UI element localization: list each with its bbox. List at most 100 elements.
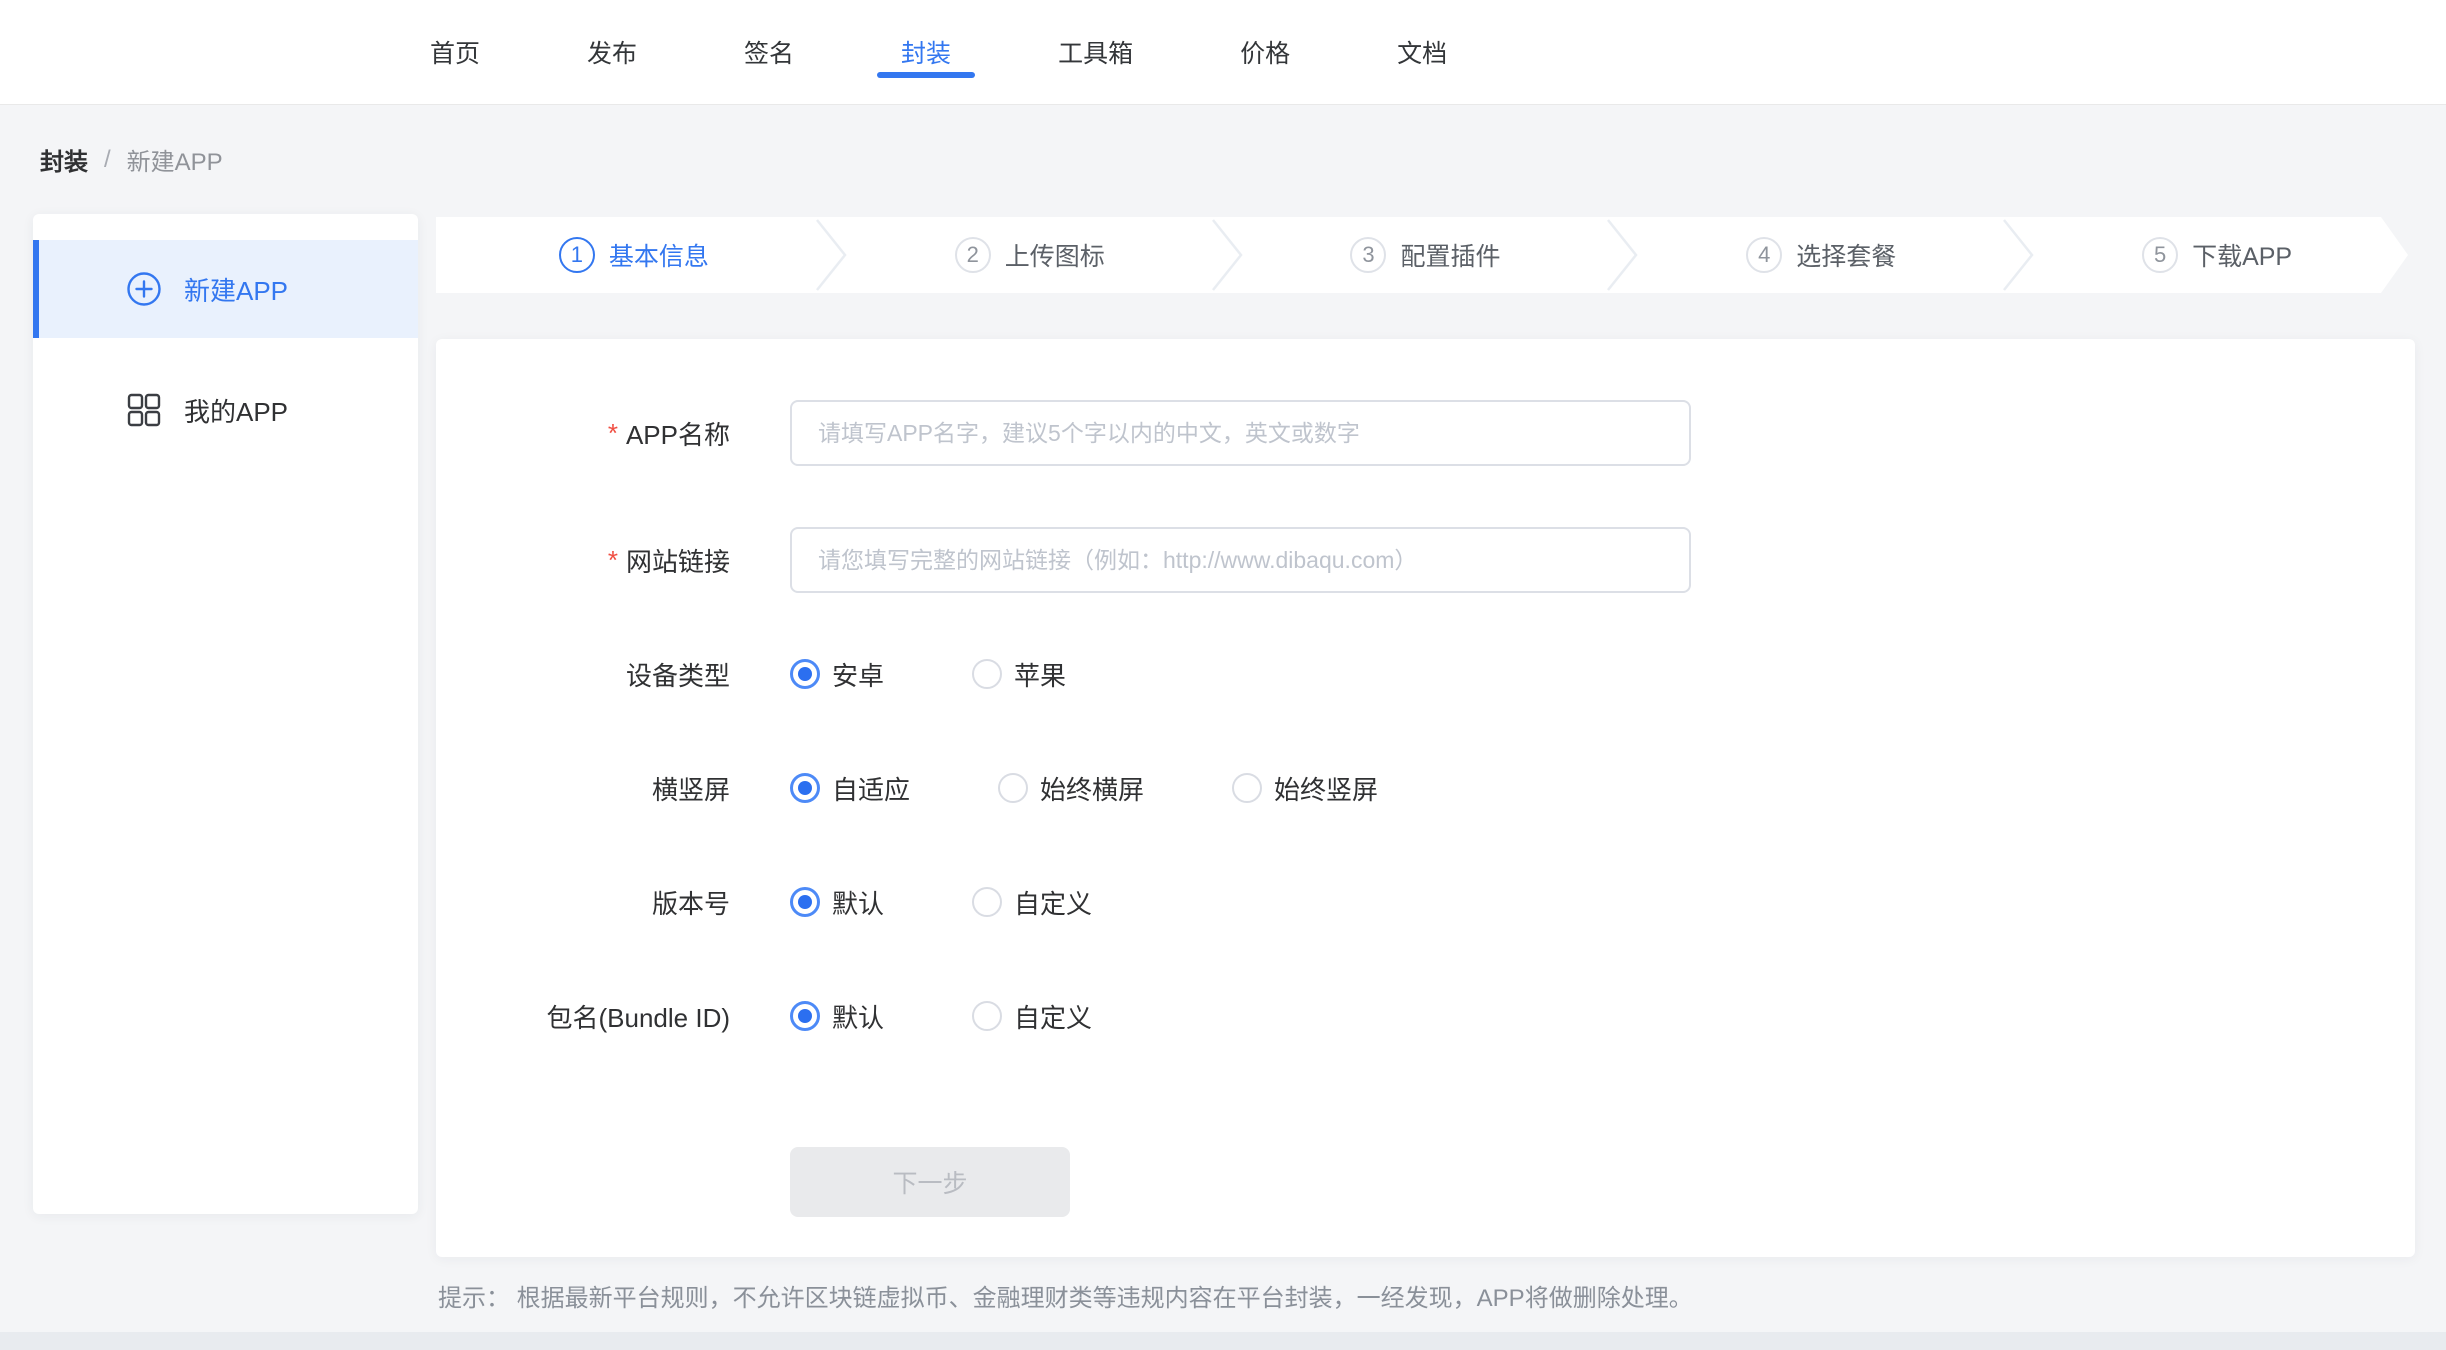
field-label-text: APP名称 bbox=[626, 415, 730, 452]
radio-unselected-icon bbox=[972, 659, 1002, 689]
step-configure-plugins: 3 配置插件 bbox=[1228, 217, 1624, 293]
step-chevron-icon bbox=[814, 217, 850, 293]
radio-label: 安卓 bbox=[832, 656, 884, 693]
sidebar: 新建APP 我的APP bbox=[33, 214, 418, 1214]
radio-label: 自适应 bbox=[832, 770, 910, 807]
nav-item-label: 首页 bbox=[430, 34, 480, 70]
step-chevron-icon bbox=[1605, 217, 1641, 293]
field-label: 设备类型 bbox=[436, 656, 730, 693]
radio-label: 始终横屏 bbox=[1040, 770, 1144, 807]
nav-item-home[interactable]: 首页 bbox=[430, 0, 480, 104]
step-number-badge: 5 bbox=[2142, 237, 2178, 273]
step-number-badge: 2 bbox=[955, 237, 991, 273]
step-label: 上传图标 bbox=[1005, 237, 1105, 273]
basic-info-form-card: * APP名称 * 网站链接 设备类型 安卓 苹果 bbox=[436, 339, 2415, 1257]
nav-item-label: 发布 bbox=[587, 34, 637, 70]
radio-auto-adapt[interactable]: 自适应 bbox=[790, 770, 910, 807]
radio-unselected-icon bbox=[1232, 773, 1262, 803]
step-label: 选择套餐 bbox=[1796, 237, 1896, 273]
field-control: 默认 自定义 bbox=[790, 884, 1180, 921]
radio-version-custom[interactable]: 自定义 bbox=[972, 884, 1092, 921]
field-label-text: 横竖屏 bbox=[652, 770, 730, 807]
active-tab-underline bbox=[877, 72, 975, 78]
field-control bbox=[790, 400, 1691, 466]
next-step-button[interactable]: 下一步 bbox=[790, 1147, 1070, 1217]
footer-top-edge bbox=[0, 1332, 2446, 1350]
plus-circle-icon bbox=[126, 271, 162, 307]
radio-label: 默认 bbox=[832, 998, 884, 1035]
step-label: 配置插件 bbox=[1400, 237, 1500, 273]
field-label: * 网站链接 bbox=[436, 542, 730, 579]
field-label: 版本号 bbox=[436, 884, 730, 921]
platform-rules-note: 提示： 根据最新平台规则，不允许区块链虚拟币、金融理财类等违规内容在平台封装，一… bbox=[438, 1278, 1693, 1313]
radio-label: 自定义 bbox=[1014, 884, 1092, 921]
field-label: 横竖屏 bbox=[436, 770, 730, 807]
radio-label: 默认 bbox=[832, 884, 884, 921]
radio-bundle-default[interactable]: 默认 bbox=[790, 998, 884, 1035]
radio-ios[interactable]: 苹果 bbox=[972, 656, 1066, 693]
form-row-website-url: * 网站链接 bbox=[436, 527, 2415, 593]
form-row-orientation: 横竖屏 自适应 始终横屏 始终竖屏 bbox=[436, 768, 2415, 808]
form-row-version: 版本号 默认 自定义 bbox=[436, 882, 2415, 922]
step-number-badge: 1 bbox=[559, 237, 595, 273]
sidebar-item-label: 新建APP bbox=[184, 271, 288, 308]
website-url-input[interactable] bbox=[790, 527, 1691, 593]
sidebar-item-new-app[interactable]: 新建APP bbox=[33, 240, 418, 338]
field-label: 包名(Bundle ID) bbox=[436, 998, 730, 1035]
radio-label: 始终竖屏 bbox=[1274, 770, 1378, 807]
nav-item-pricing[interactable]: 价格 bbox=[1240, 0, 1290, 104]
nav-item-label: 工具箱 bbox=[1058, 34, 1133, 70]
step-number-badge: 4 bbox=[1746, 237, 1782, 273]
sidebar-item-label: 我的APP bbox=[184, 392, 288, 429]
field-label-text: 包名(Bundle ID) bbox=[547, 998, 731, 1035]
breadcrumb-item-new-app: 新建APP bbox=[127, 142, 223, 177]
radio-selected-icon bbox=[790, 1001, 820, 1031]
app-name-input[interactable] bbox=[790, 400, 1691, 466]
radio-always-portrait[interactable]: 始终竖屏 bbox=[1232, 770, 1378, 807]
step-label: 下载APP bbox=[2192, 237, 2292, 273]
nav-item-label: 文档 bbox=[1397, 34, 1447, 70]
field-control: 默认 自定义 bbox=[790, 998, 1180, 1035]
radio-label: 苹果 bbox=[1014, 656, 1066, 693]
sidebar-item-my-apps[interactable]: 我的APP bbox=[33, 361, 418, 459]
nav-item-label: 签名 bbox=[744, 34, 794, 70]
breadcrumb-item-package[interactable]: 封装 bbox=[40, 142, 88, 177]
field-control: 安卓 苹果 bbox=[790, 656, 1154, 693]
step-chevron-icon bbox=[2001, 217, 2037, 293]
nav-item-docs[interactable]: 文档 bbox=[1397, 0, 1447, 104]
breadcrumb: 封装 / 新建APP bbox=[40, 105, 223, 214]
top-nav-bar: 首页 发布 签名 封装 工具箱 价格 文档 bbox=[0, 0, 2446, 105]
steps-wizard: 1 基本信息 2 上传图标 3 配置插件 4 选择套餐 5 下载APP bbox=[436, 217, 2415, 293]
nav-item-sign[interactable]: 签名 bbox=[744, 0, 794, 104]
step-choose-plan: 4 选择套餐 bbox=[1623, 217, 2019, 293]
field-label-text: 网站链接 bbox=[626, 542, 730, 579]
step-number-badge: 3 bbox=[1350, 237, 1386, 273]
field-control: 自适应 始终横屏 始终竖屏 bbox=[790, 770, 1466, 807]
step-download-app: 5 下载APP bbox=[2019, 217, 2415, 293]
radio-android[interactable]: 安卓 bbox=[790, 656, 884, 693]
radio-selected-icon bbox=[790, 773, 820, 803]
breadcrumb-separator: / bbox=[104, 146, 111, 174]
form-row-device-type: 设备类型 安卓 苹果 bbox=[436, 654, 2415, 694]
main-nav: 首页 发布 签名 封装 工具箱 价格 文档 bbox=[430, 0, 1447, 104]
radio-bundle-custom[interactable]: 自定义 bbox=[972, 998, 1092, 1035]
grid-icon bbox=[126, 392, 162, 428]
active-item-accent-bar bbox=[33, 240, 39, 338]
nav-item-toolbox[interactable]: 工具箱 bbox=[1058, 0, 1133, 104]
required-asterisk: * bbox=[608, 545, 618, 576]
field-label-text: 版本号 bbox=[652, 884, 730, 921]
radio-label: 自定义 bbox=[1014, 998, 1092, 1035]
step-upload-icon: 2 上传图标 bbox=[832, 217, 1228, 293]
nav-item-package[interactable]: 封装 bbox=[901, 0, 951, 104]
form-row-bundle-id: 包名(Bundle ID) 默认 自定义 bbox=[436, 996, 2415, 1036]
radio-unselected-icon bbox=[972, 1001, 1002, 1031]
nav-item-label: 价格 bbox=[1240, 34, 1290, 70]
radio-always-landscape[interactable]: 始终横屏 bbox=[998, 770, 1144, 807]
step-chevron-icon bbox=[1210, 217, 1246, 293]
nav-item-publish[interactable]: 发布 bbox=[587, 0, 637, 104]
steps-bar-arrow-end bbox=[2381, 217, 2415, 293]
field-control bbox=[790, 527, 1691, 593]
form-row-app-name: * APP名称 bbox=[436, 400, 2415, 466]
radio-version-default[interactable]: 默认 bbox=[790, 884, 884, 921]
field-label: * APP名称 bbox=[436, 415, 730, 452]
